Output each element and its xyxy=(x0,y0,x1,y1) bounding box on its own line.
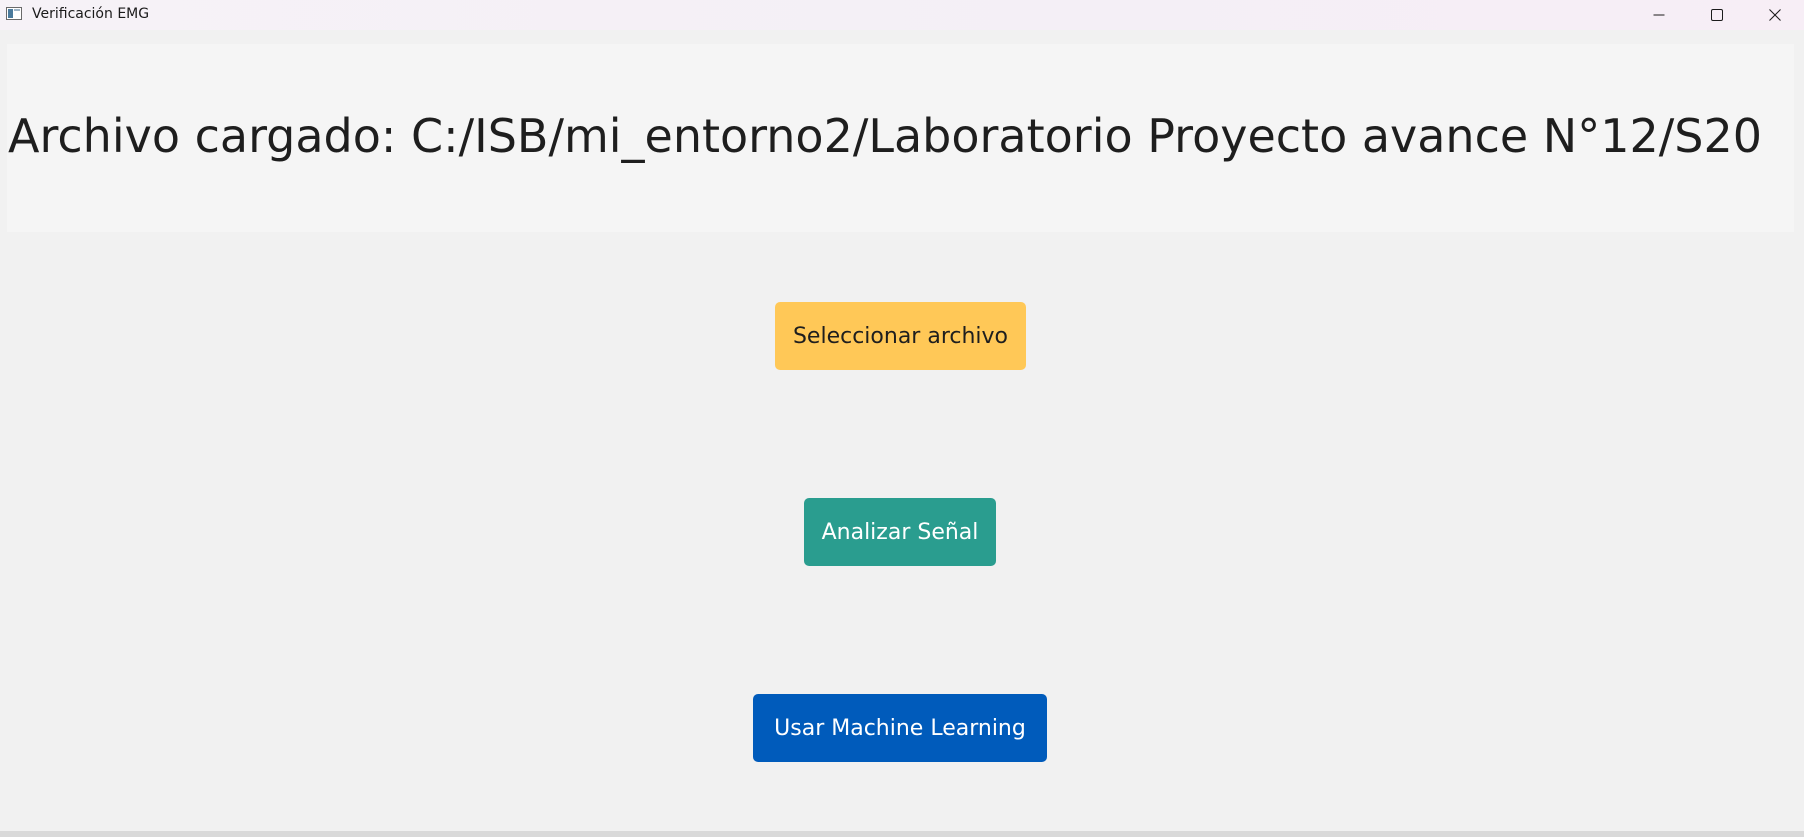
machine-learning-button[interactable]: Usar Machine Learning xyxy=(753,694,1047,762)
minimize-button[interactable] xyxy=(1630,0,1688,30)
select-file-button[interactable]: Seleccionar archivo xyxy=(775,302,1026,370)
close-icon xyxy=(1769,9,1781,21)
close-button[interactable] xyxy=(1746,0,1804,30)
maximize-icon xyxy=(1711,9,1723,21)
window-title: Verificación EMG xyxy=(32,6,150,22)
app-window-icon xyxy=(6,7,22,20)
app-window: Verificación EMG Archivo cargado: C:/ISB… xyxy=(0,0,1804,837)
loaded-file-label: Archivo cargado: C:/ISB/mi_entorno2/Labo… xyxy=(8,109,1762,163)
maximize-button[interactable] xyxy=(1688,0,1746,30)
analyze-signal-button[interactable]: Analizar Señal xyxy=(804,498,996,566)
title-bar[interactable]: Verificación EMG xyxy=(0,0,1804,30)
file-status-panel: Archivo cargado: C:/ISB/mi_entorno2/Labo… xyxy=(7,44,1794,232)
minimize-icon xyxy=(1653,9,1665,21)
window-bottom-edge xyxy=(0,831,1804,837)
